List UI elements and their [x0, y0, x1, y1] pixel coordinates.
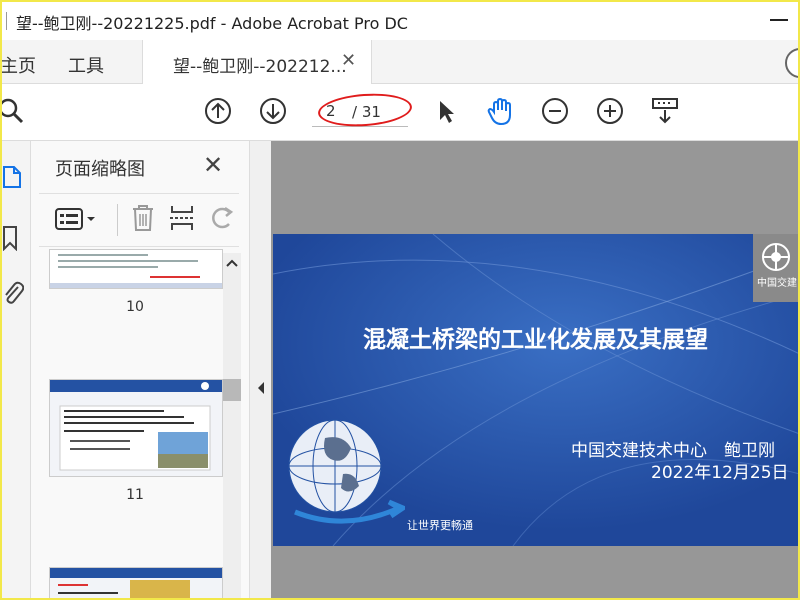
title-bar: 望--鲍卫刚--20221225.pdf - Adobe Acrobat Pro… — [0, 0, 800, 41]
navigation-rail — [0, 141, 31, 600]
logo-text: 中国交建 — [757, 278, 797, 289]
globe-icon — [288, 419, 405, 524]
thumbnail-scrollbar[interactable] — [223, 253, 241, 598]
title-separator — [6, 12, 7, 30]
tab-document[interactable]: 望--鲍卫刚--202212... ✕ — [142, 40, 372, 84]
scrollbar-thumb[interactable] — [223, 379, 241, 401]
page-thumbnail-preview — [50, 380, 222, 476]
scroll-up-icon[interactable] — [226, 259, 238, 267]
tab-tools[interactable]: 工具 — [68, 52, 104, 78]
insert-page-icon[interactable] — [169, 204, 195, 232]
page-thumbnail-preview — [50, 250, 222, 288]
fit-page-icon[interactable] — [650, 96, 680, 126]
attachment-icon[interactable] — [2, 279, 24, 305]
page-thumbnail-preview — [50, 568, 222, 600]
window-title: 望--鲍卫刚--20221225.pdf - Adobe Acrobat Pro… — [16, 14, 408, 33]
thumbnail-page-number: 10 — [126, 299, 144, 315]
pdf-page-slide: 混凝土桥梁的工业化发展及其展望 中国交建技术中心 鲍卫刚 2022年12月25日… — [273, 234, 800, 546]
slide-title: 混凝土桥梁的工业化发展及其展望 — [363, 327, 708, 353]
tab-bar: 主页 工具 望--鲍卫刚--202212... ✕ — [0, 40, 800, 84]
previous-page-icon[interactable] — [203, 96, 233, 126]
thumbnail-page-number: 11 — [126, 487, 144, 503]
select-cursor-icon[interactable] — [430, 96, 460, 126]
bookmark-icon[interactable] — [2, 225, 20, 251]
logo-emblem-icon — [762, 243, 790, 271]
tab-home[interactable]: 主页 — [0, 52, 36, 78]
search-icon[interactable] — [0, 96, 30, 126]
page-thumbnails-icon[interactable] — [2, 163, 22, 189]
zoom-in-icon[interactable] — [595, 96, 625, 126]
next-page-icon[interactable] — [258, 96, 288, 126]
panel-title: 页面缩略图 — [55, 159, 145, 180]
close-tab-icon[interactable]: ✕ — [341, 50, 356, 71]
zoom-out-icon[interactable] — [540, 96, 570, 126]
thumbnail-panel: 页面缩略图 ✕ 10 11 — [31, 141, 249, 600]
toolbar-divider — [117, 204, 118, 236]
delete-page-icon[interactable] — [131, 204, 155, 232]
account-icon[interactable] — [785, 48, 800, 78]
thumbnail-list: 10 11 — [39, 249, 229, 600]
company-logo — [753, 234, 800, 302]
tab-document-label: 望--鲍卫刚--202212... — [173, 57, 347, 77]
page-thumbnail[interactable] — [49, 249, 223, 289]
page-thumbnail[interactable] — [49, 379, 223, 477]
collapse-panel-icon[interactable] — [257, 381, 265, 395]
slide-slogan: 让世界更畅通 — [407, 519, 473, 532]
rotate-page-icon[interactable] — [209, 204, 235, 232]
page-thumbnail[interactable] — [49, 567, 223, 600]
options-menu-icon[interactable] — [55, 208, 99, 230]
panel-toolbar — [39, 193, 239, 247]
close-panel-icon[interactable]: ✕ — [203, 151, 223, 179]
minimize-button[interactable] — [770, 19, 788, 21]
hand-tool-icon[interactable] — [485, 96, 515, 126]
panel-splitter[interactable] — [249, 141, 272, 600]
slide-date: 2022年12月25日 — [651, 463, 789, 483]
